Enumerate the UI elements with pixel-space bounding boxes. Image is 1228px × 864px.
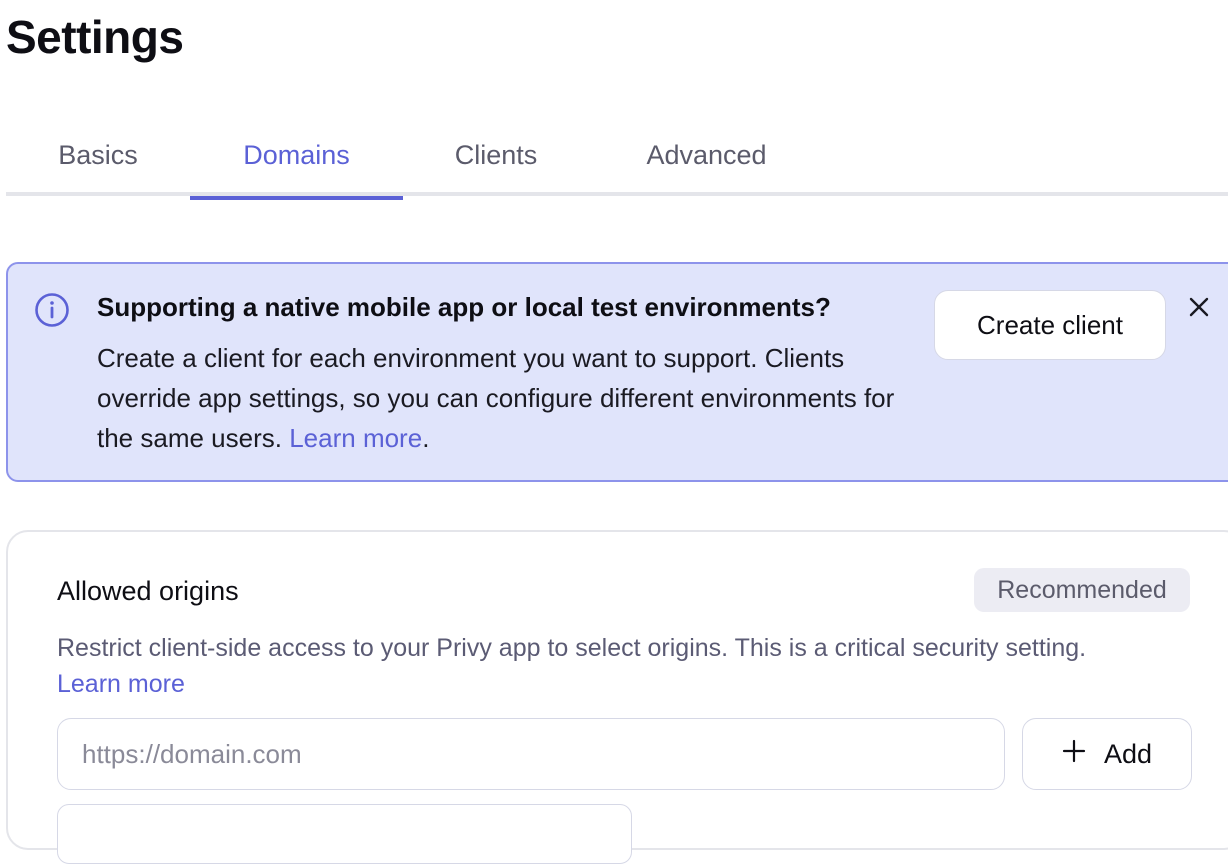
allowed-origins-description: Restrict client-side access to your Priv… [57, 630, 1137, 702]
create-client-button[interactable]: Create client [934, 290, 1166, 360]
info-icon [34, 292, 70, 328]
banner-body: Create a client for each environment you… [97, 338, 917, 458]
allowed-origins-card: Allowed origins Recommended Restrict cli… [6, 530, 1228, 864]
add-origin-button[interactable]: Add [1022, 718, 1192, 790]
allowed-origins-learn-more-link[interactable]: Learn more [57, 670, 185, 698]
close-icon[interactable] [1184, 292, 1214, 322]
banner-title: Supporting a native mobile app or local … [97, 292, 831, 322]
tab-clients[interactable]: Clients [403, 130, 589, 196]
origin-input[interactable] [57, 718, 1005, 790]
page-title: Settings [6, 11, 184, 63]
banner-body-text: Create a client for each environment you… [97, 343, 895, 453]
origin-list-item [57, 804, 632, 864]
allowed-origins-title: Allowed origins [57, 576, 239, 606]
tab-basics[interactable]: Basics [6, 130, 190, 196]
allowed-origins-description-text: Restrict client-side access to your Priv… [57, 634, 1087, 662]
add-origin-label: Add [1103, 738, 1153, 769]
info-banner: Supporting a native mobile app or local … [6, 262, 1228, 482]
recommended-badge: Recommended [974, 568, 1190, 612]
tab-domains[interactable]: Domains [190, 130, 403, 200]
tab-advanced[interactable]: Advanced [589, 130, 824, 196]
plus-icon [1062, 739, 1086, 770]
banner-link-suffix: . [422, 423, 430, 453]
banner-learn-more-link[interactable]: Learn more [289, 423, 422, 453]
tab-bar: Basics Domains Clients Advanced [6, 130, 1228, 200]
